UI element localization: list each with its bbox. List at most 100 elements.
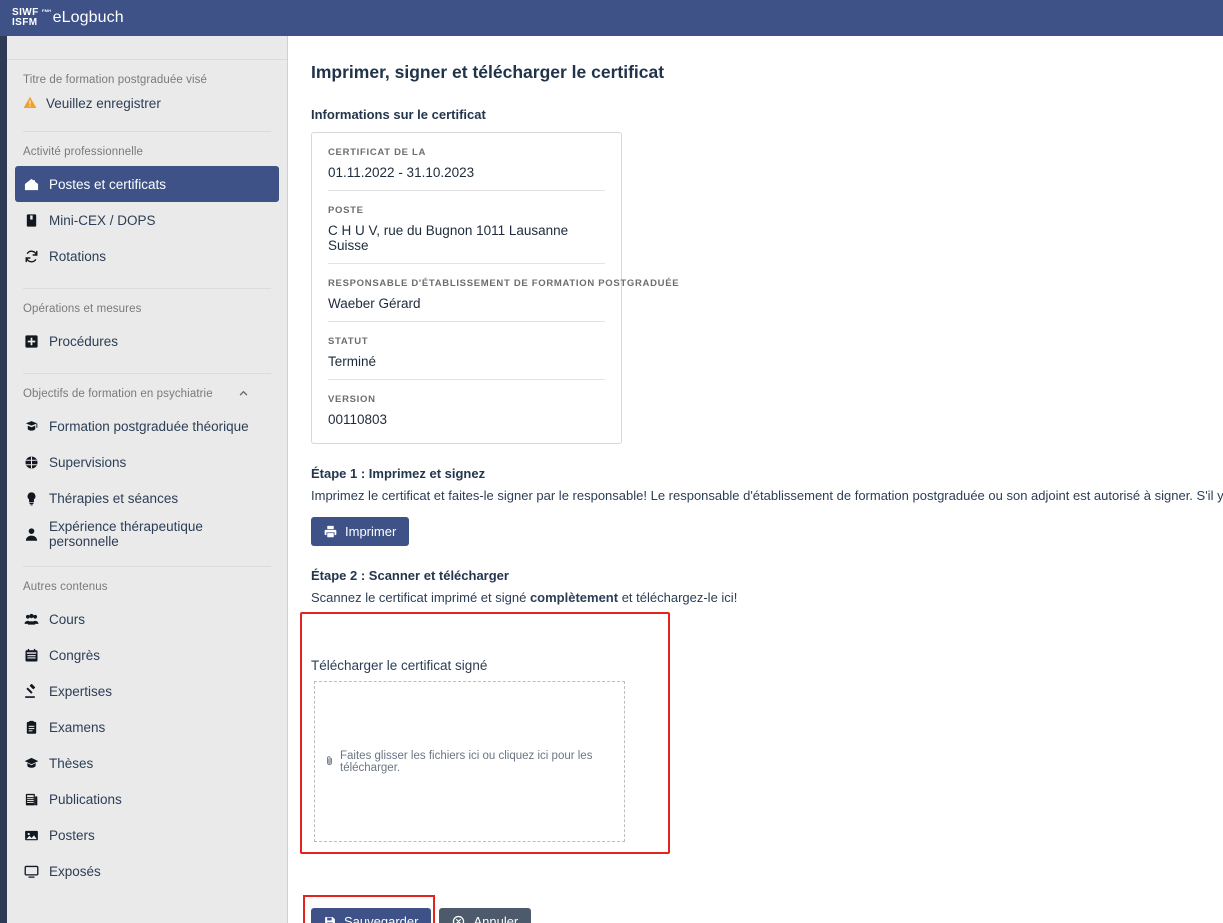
sidebar-group-label-text: Opérations et mesures bbox=[23, 303, 142, 315]
calendar-icon bbox=[23, 647, 39, 663]
sidebar-item-rotations[interactable]: Rotations bbox=[15, 238, 279, 274]
dropzone-content: Faites glisser les fichiers ici ou cliqu… bbox=[315, 750, 624, 774]
certificate-field-row: POSTE C H U V, rue du Bugnon 1011 Lausann… bbox=[328, 191, 605, 264]
sidebar-item-label: Posters bbox=[49, 827, 95, 843]
cancel-button-label: Annuler bbox=[473, 914, 519, 923]
printer-icon bbox=[324, 525, 337, 538]
print-button-container: Imprimer bbox=[311, 517, 1223, 546]
sidebar-group-label: Titre de formation postgraduée visé bbox=[7, 60, 287, 94]
sidebar-item-cours[interactable]: Cours bbox=[15, 601, 279, 637]
certificate-field-value: Waeber Gérard bbox=[328, 296, 421, 311]
paperclip-icon bbox=[324, 755, 335, 769]
sidebar-item-examens[interactable]: Examens bbox=[15, 709, 279, 745]
sidebar-nav: Titre de formation postgraduée visé Veuil… bbox=[7, 60, 287, 893]
sidebar-group-label-text: Autres contenus bbox=[23, 581, 108, 593]
chevron-up-icon[interactable] bbox=[239, 389, 249, 399]
certificate-field-key: STATUT bbox=[328, 336, 369, 347]
sidebar-item-proc-dures[interactable]: Procédures bbox=[15, 323, 279, 359]
sidebar-item-th-rapies-et-s-ances[interactable]: Thérapies et séances bbox=[15, 480, 279, 516]
user-icon bbox=[23, 526, 39, 542]
step2-text-c: et téléchargez-le ici! bbox=[618, 590, 738, 605]
certificate-field-key: CERTIFICAT DE LA bbox=[328, 147, 427, 158]
sidebar-warning-item[interactable]: Veuillez enregistrer bbox=[7, 94, 287, 117]
certificate-info-card: CERTIFICAT DE LA 01.11.2022 - 31.10.2023 P… bbox=[311, 132, 680, 444]
sidebar-group-label: Activité professionnelle bbox=[7, 132, 287, 166]
sidebar-item-label: Formation postgraduée théorique bbox=[49, 418, 249, 434]
certificate-field-row: STATUT Terminé bbox=[328, 322, 605, 380]
certificate-field-key: POSTE bbox=[328, 205, 364, 216]
sidebar-item-mini-cex-dops[interactable]: Mini-CEX / DOPS bbox=[15, 202, 279, 238]
print-button[interactable]: Imprimer bbox=[311, 517, 410, 546]
sidebar-group-label[interactable]: Objectifs de formation en psychiatrie bbox=[7, 374, 287, 408]
sidebar-item-label: Procédures bbox=[49, 333, 119, 349]
logo-mark: SIWF ISFM FMH bbox=[12, 8, 51, 28]
head-idea-icon bbox=[23, 490, 39, 506]
sidebar-group-label: Opérations et mesures bbox=[7, 289, 287, 323]
sidebar-item-postes-et-certificats[interactable]: Postes et certificats bbox=[15, 166, 279, 202]
print-button-label: Imprimer bbox=[345, 524, 397, 539]
sidebar-item-congr-s[interactable]: Congrès bbox=[15, 637, 279, 673]
sidebar-item-label: Expérience thérapeutique personnelle bbox=[49, 519, 203, 549]
book-icon bbox=[23, 212, 39, 228]
siwf-isfm-logo[interactable]: SIWF ISFM FMH eLogbuch bbox=[12, 8, 124, 28]
sidebar-item-supervisions[interactable]: Supervisions bbox=[15, 444, 279, 480]
step1-title: Étape 1 : Imprimez et signez bbox=[311, 466, 486, 481]
newspaper-icon bbox=[23, 791, 39, 807]
screen-icon bbox=[23, 863, 39, 879]
certificate-field-row: RESPONSABLE D'ÉTABLISSEMENT DE FORMATION… bbox=[328, 264, 680, 322]
chalkboard-icon bbox=[23, 418, 39, 434]
certificate-field-key: RESPONSABLE D'ÉTABLISSEMENT DE FORMATION… bbox=[328, 278, 680, 289]
sidebar-warning-label: Veuillez enregistrer bbox=[46, 96, 161, 111]
sidebar-item-formation-postgradu-e-th-orique[interactable]: Formation postgraduée théorique bbox=[15, 408, 279, 444]
brain-icon bbox=[23, 454, 39, 470]
logo-line-isfm: ISFM bbox=[12, 17, 38, 28]
certificate-field-row: VERSION 00110803 bbox=[328, 380, 605, 443]
app-header: SIWF ISFM FMH eLogbuch bbox=[0, 0, 1223, 36]
sidebar-group: Objectifs de formation en psychiatrie For… bbox=[7, 374, 287, 556]
sidebar-group: Titre de formation postgraduée visé Veuil… bbox=[7, 60, 287, 121]
sidebar-item-label: Postes et certificats bbox=[49, 176, 167, 192]
sidebar-top-divider bbox=[7, 36, 287, 60]
plus-square-icon bbox=[23, 333, 39, 349]
sidebar-item-label: Supervisions bbox=[49, 454, 127, 470]
sidebar-item-publications[interactable]: Publications bbox=[15, 781, 279, 817]
clipboard-icon bbox=[23, 719, 39, 735]
sidebar-item-posters[interactable]: Posters bbox=[15, 817, 279, 853]
sidebar-item-expertises[interactable]: Expertises bbox=[15, 673, 279, 709]
certificate-field-value: C H U V, rue du Bugnon 1011 Lausanne Sui… bbox=[328, 223, 569, 253]
cancel-circle-icon bbox=[452, 915, 465, 923]
image-icon bbox=[23, 827, 39, 843]
certificate-field-value: 00110803 bbox=[328, 412, 388, 427]
graduation-cap-icon bbox=[23, 755, 39, 771]
app-title: eLogbuch bbox=[52, 9, 124, 26]
sidebar-group-label-text: Objectifs de formation en psychiatrie bbox=[23, 388, 213, 400]
sidebar-item-label: Mini-CEX / DOPS bbox=[49, 212, 156, 228]
sidebar-item-label: Cours bbox=[49, 611, 86, 627]
sidebar-item-th-ses[interactable]: Thèses bbox=[15, 745, 279, 781]
gavel-icon bbox=[23, 683, 39, 699]
users-icon bbox=[23, 611, 39, 627]
save-button[interactable]: Sauvegarder bbox=[311, 908, 432, 923]
cancel-button[interactable]: Annuler bbox=[439, 908, 532, 923]
left-rail bbox=[0, 36, 7, 923]
step2-title: Étape 2 : Scanner et télécharger bbox=[311, 568, 509, 583]
sidebar-item-exp-rience-th-rapeutique-personnelle[interactable]: Expérience thérapeutique personnelle bbox=[15, 516, 279, 552]
sidebar-group: Activité professionnelle Postes et certif… bbox=[7, 132, 287, 278]
certificate-info-label: Informations sur le certificat bbox=[311, 107, 486, 122]
footer-actions: Sauvegarder Annuler bbox=[311, 908, 532, 923]
sidebar-group-label-text: Activité professionnelle bbox=[23, 146, 144, 158]
sidebar-item-label: Rotations bbox=[49, 248, 107, 264]
upload-section-label: Télécharger le certificat signé bbox=[311, 658, 488, 673]
warning-triangle-icon bbox=[23, 96, 37, 111]
step1-description: Imprimez le certificat et faites-le sign… bbox=[311, 488, 1223, 503]
step2-description: Scannez le certificat imprimé et signé c… bbox=[311, 590, 1223, 605]
sidebar-group: Opérations et mesures Procédures bbox=[7, 289, 287, 363]
file-dropzone[interactable]: Faites glisser les fichiers ici ou cliqu… bbox=[314, 681, 625, 842]
sidebar-item-label: Expertises bbox=[49, 683, 113, 699]
sidebar-item-label: Thérapies et séances bbox=[49, 490, 179, 506]
sidebar-item-expos-s[interactable]: Exposés bbox=[15, 853, 279, 889]
sidebar-group-label: Autres contenus bbox=[7, 567, 287, 601]
main-content: Imprimer, signer et télécharger le certi… bbox=[289, 36, 1223, 923]
sidebar-item-label: Examens bbox=[49, 719, 106, 735]
certificate-field-row: CERTIFICAT DE LA 01.11.2022 - 31.10.2023 bbox=[328, 133, 605, 191]
